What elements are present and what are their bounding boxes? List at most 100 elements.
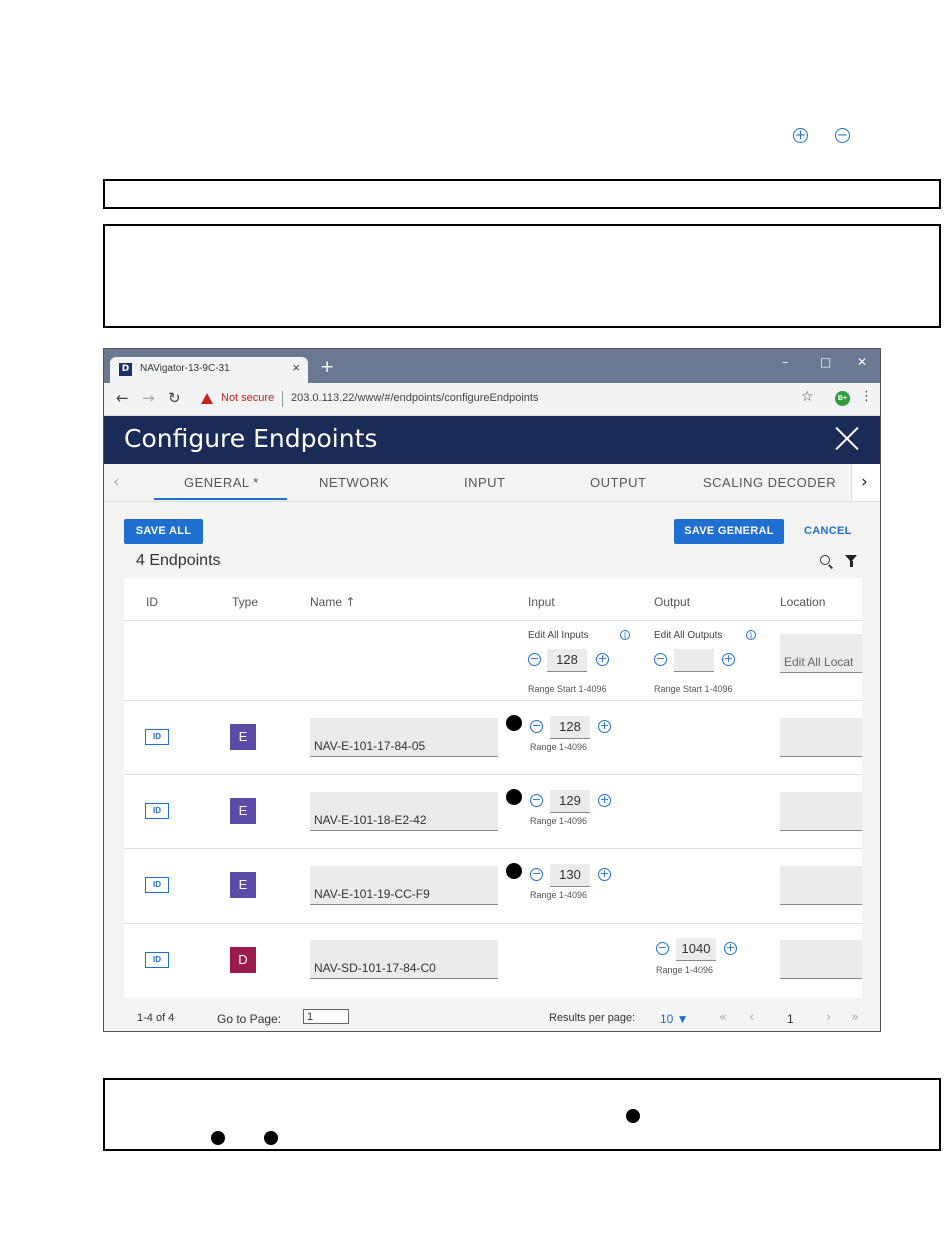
edit-all-outputs-label: Edit All Outputs xyxy=(654,630,723,641)
location-field[interactable] xyxy=(780,940,862,979)
tab-bar: ‹ GENERAL * NETWORK INPUT OUTPUT SCALING… xyxy=(104,464,880,502)
minimize-icon[interactable]: – xyxy=(782,355,788,369)
type-badge-decoder: D xyxy=(230,947,256,973)
identify-button[interactable]: ID xyxy=(145,729,169,745)
window-close-icon[interactable]: ✕ xyxy=(857,355,867,369)
edit-all-outputs-field[interactable] xyxy=(674,649,714,672)
plus-circle-icon[interactable]: + xyxy=(596,653,609,666)
output-field[interactable]: 1040 xyxy=(676,938,716,961)
search-icon[interactable] xyxy=(820,555,830,565)
header-name-label: Name xyxy=(310,595,343,609)
plus-circle-icon[interactable]: + xyxy=(722,653,735,666)
save-all-button[interactable]: SAVE ALL xyxy=(124,519,203,544)
input-field[interactable]: 130 xyxy=(550,864,590,887)
browser-tab[interactable]: D NAVigator-13-9C-31 × xyxy=(110,357,308,383)
previous-page-icon[interactable]: ‹ xyxy=(749,1010,754,1025)
name-field[interactable]: NAV-E-101-17-84-05 xyxy=(310,718,498,757)
header-location: Location xyxy=(780,595,826,609)
name-value: NAV-E-101-17-84-05 xyxy=(314,739,426,753)
identify-button[interactable]: ID xyxy=(145,877,169,893)
type-badge-encoder: E xyxy=(230,872,256,898)
tab-output[interactable]: OUTPUT xyxy=(590,475,646,490)
header-id: ID xyxy=(146,595,158,609)
not-secure-label[interactable]: Not secure xyxy=(221,392,274,404)
chevron-left-icon[interactable]: ‹ xyxy=(113,472,120,492)
extension-icon[interactable]: B+ xyxy=(835,391,850,406)
bookmark-star-icon[interactable]: ☆ xyxy=(801,389,814,405)
goto-page-input[interactable]: 1 xyxy=(303,1009,349,1024)
name-field[interactable]: NAV-E-101-18-E2-42 xyxy=(310,792,498,831)
close-icon[interactable] xyxy=(834,425,860,451)
type-badge-encoder: E xyxy=(230,724,256,750)
minus-circle-icon[interactable]: − xyxy=(528,653,541,666)
browser-menu-icon[interactable]: ⋮ xyxy=(860,389,873,404)
input-range-hint: Range 1-4096 xyxy=(530,816,588,826)
chevron-right-icon[interactable]: › xyxy=(861,472,868,492)
name-field[interactable]: NAV-SD-101-17-84-C0 xyxy=(310,940,498,979)
address-separator xyxy=(282,391,283,407)
back-arrow-icon[interactable]: ← xyxy=(116,389,129,407)
location-field[interactable] xyxy=(780,866,862,905)
table-footer: 1-4 of 4 Go to Page: 1 Results per page:… xyxy=(104,998,880,1031)
save-general-button[interactable]: SAVE GENERAL xyxy=(674,519,784,544)
minus-circle-icon[interactable]: − xyxy=(654,653,667,666)
edit-all-inputs-field[interactable]: 128 xyxy=(547,649,587,672)
minus-circle-icon[interactable]: − xyxy=(530,720,543,733)
plus-circle-icon[interactable]: + xyxy=(598,794,611,807)
minus-circle-icon[interactable]: − xyxy=(656,942,669,955)
forward-arrow-icon[interactable]: → xyxy=(142,389,155,407)
tab-scaling-decoder[interactable]: SCALING DECODER xyxy=(703,475,836,490)
minus-circle-icon[interactable]: − xyxy=(530,794,543,807)
row-divider xyxy=(124,848,862,849)
note-box-1 xyxy=(103,179,941,209)
minus-circle-icon[interactable]: − xyxy=(530,868,543,881)
input-field[interactable]: 129 xyxy=(550,790,590,813)
current-page[interactable]: 1 xyxy=(787,1012,794,1026)
plus-circle-icon[interactable]: + xyxy=(724,942,737,955)
location-placeholder: Edit All Locat xyxy=(784,655,854,669)
identify-button[interactable]: ID xyxy=(145,952,169,968)
row-divider xyxy=(124,923,862,924)
new-tab-plus-icon[interactable]: + xyxy=(320,357,334,377)
output-range-hint: Range 1-4096 xyxy=(656,965,714,975)
first-page-icon[interactable]: « xyxy=(719,1010,727,1025)
reload-icon[interactable]: ↻ xyxy=(168,389,181,407)
header-name[interactable]: Name ↑ xyxy=(310,595,355,609)
row-divider xyxy=(124,620,862,621)
last-page-icon[interactable]: » xyxy=(851,1010,859,1025)
type-badge-encoder: E xyxy=(230,798,256,824)
edit-all-inputs-label: Edit All Inputs xyxy=(528,630,589,641)
info-icon[interactable]: i xyxy=(620,630,630,640)
url-text[interactable]: 203.0.113.22/www/#/endpoints/configureEn… xyxy=(291,392,538,404)
plus-circle-icon[interactable]: + xyxy=(598,720,611,733)
row-divider xyxy=(124,700,862,701)
tab-general[interactable]: GENERAL * xyxy=(184,475,259,490)
next-page-icon[interactable]: › xyxy=(826,1010,831,1025)
location-field[interactable] xyxy=(780,792,862,831)
address-bar: ← → ↻ Not secure 203.0.113.22/www/#/endp… xyxy=(104,383,880,416)
maximize-icon[interactable]: □ xyxy=(820,355,831,369)
header-input: Input xyxy=(528,595,555,609)
filter-icon[interactable] xyxy=(845,555,857,567)
tab-close-icon[interactable]: × xyxy=(292,360,300,375)
results-per-page-select[interactable]: 10 ▼ xyxy=(660,1012,689,1026)
callout-marker xyxy=(211,1131,225,1145)
input-field[interactable]: 128 xyxy=(550,716,590,739)
tab-network[interactable]: NETWORK xyxy=(319,475,389,490)
input-range-hint: Range 1-4096 xyxy=(530,742,588,752)
location-field[interactable] xyxy=(780,718,862,757)
tab-input[interactable]: INPUT xyxy=(464,475,506,490)
callout-marker xyxy=(506,863,522,879)
plus-circle-icon[interactable]: + xyxy=(598,868,611,881)
results-per-page-label: Results per page: xyxy=(549,1012,636,1024)
row-divider xyxy=(124,774,862,775)
name-field[interactable]: NAV-E-101-19-CC-F9 xyxy=(310,866,498,905)
tab-scroll-right[interactable]: › xyxy=(851,464,880,501)
info-icon[interactable]: i xyxy=(746,630,756,640)
tab-title: NAVigator-13-9C-31 xyxy=(140,363,230,374)
identify-button[interactable]: ID xyxy=(145,803,169,819)
edit-all-location-field[interactable]: Edit All Locat xyxy=(780,634,862,673)
cancel-button[interactable]: CANCEL xyxy=(804,525,852,537)
name-value: NAV-E-101-19-CC-F9 xyxy=(314,887,430,901)
output-range-hint: Range Start 1-4096 xyxy=(654,684,733,694)
